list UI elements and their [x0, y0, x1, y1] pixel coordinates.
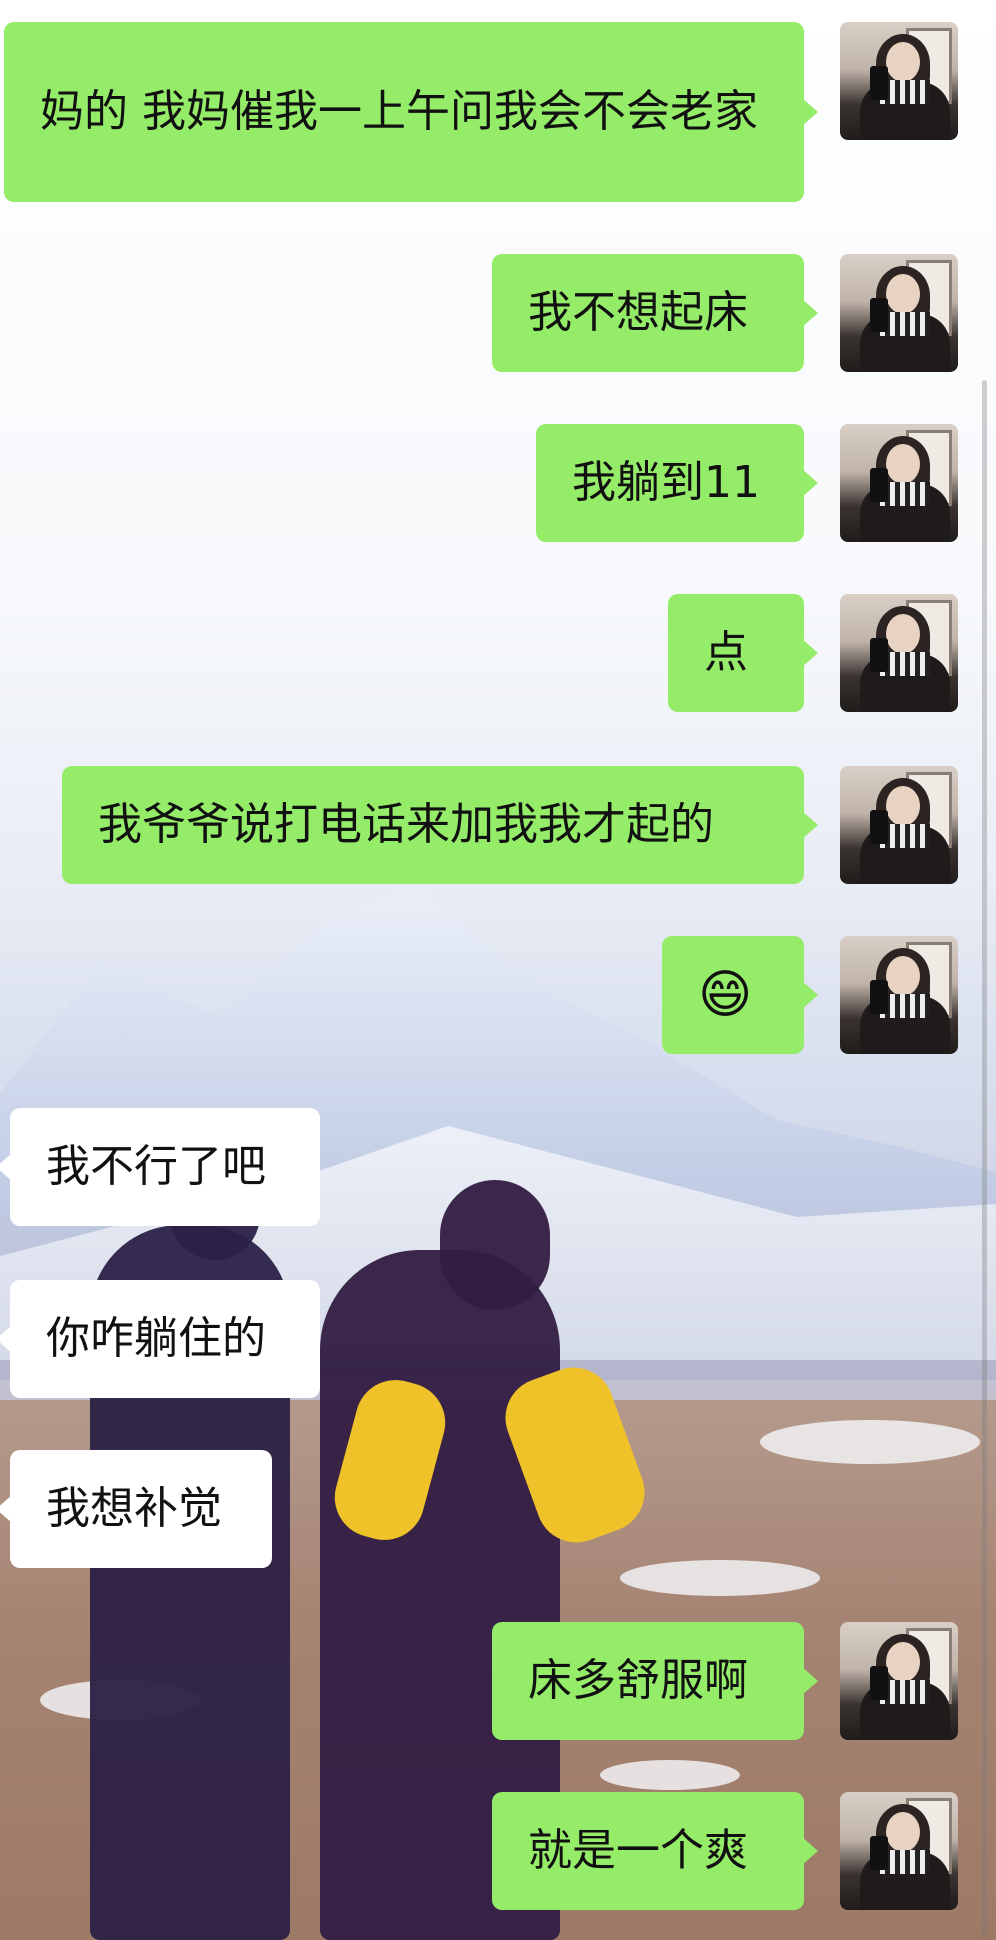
message-text: 你咋躺住的 — [46, 1313, 266, 1364]
message-text: 我不想起床 — [528, 287, 748, 338]
avatar[interactable] — [840, 254, 958, 372]
message-text: 点 — [704, 627, 748, 678]
outgoing-message[interactable]: 点 — [668, 594, 818, 712]
incoming-message[interactable]: 你咋躺住的 — [0, 1280, 320, 1398]
snow-patch — [620, 1560, 820, 1596]
avatar[interactable] — [840, 1792, 958, 1910]
outgoing-message[interactable]: 我躺到11 — [536, 424, 818, 542]
outgoing-message[interactable]: 😄 — [662, 936, 818, 1054]
avatar[interactable] — [840, 766, 958, 884]
scrollbar[interactable] — [982, 380, 987, 1940]
message-text: 我爷爷说打电话来加我我才起的 — [98, 799, 714, 850]
message-text: 我想补觉 — [46, 1483, 222, 1534]
grinning-face-emoji-icon: 😄 — [698, 965, 753, 1025]
snow-patch — [600, 1760, 740, 1790]
outgoing-message[interactable]: 我不想起床 — [492, 254, 818, 372]
person-head-right — [440, 1180, 550, 1310]
message-text: 我躺到11 — [572, 457, 760, 508]
message-text: 就是一个爽 — [528, 1825, 748, 1876]
avatar[interactable] — [840, 424, 958, 542]
avatar[interactable] — [840, 22, 958, 140]
avatar[interactable] — [840, 1622, 958, 1740]
outgoing-message[interactable]: 就是一个爽 — [492, 1792, 818, 1910]
incoming-message[interactable]: 我不行了吧 — [0, 1108, 320, 1226]
incoming-message[interactable]: 我想补觉 — [0, 1450, 272, 1568]
outgoing-message[interactable]: 床多舒服啊 — [492, 1622, 818, 1740]
message-text: 床多舒服啊 — [528, 1655, 748, 1706]
snow-patch — [760, 1420, 980, 1464]
message-text: 我不行了吧 — [46, 1141, 266, 1192]
avatar[interactable] — [840, 936, 958, 1054]
avatar[interactable] — [840, 594, 958, 712]
message-text: 妈的 我妈催我一上午问我会不会老家 — [40, 86, 758, 137]
outgoing-message[interactable]: 妈的 我妈催我一上午问我会不会老家 — [4, 22, 818, 202]
outgoing-message[interactable]: 我爷爷说打电话来加我我才起的 — [62, 766, 818, 884]
